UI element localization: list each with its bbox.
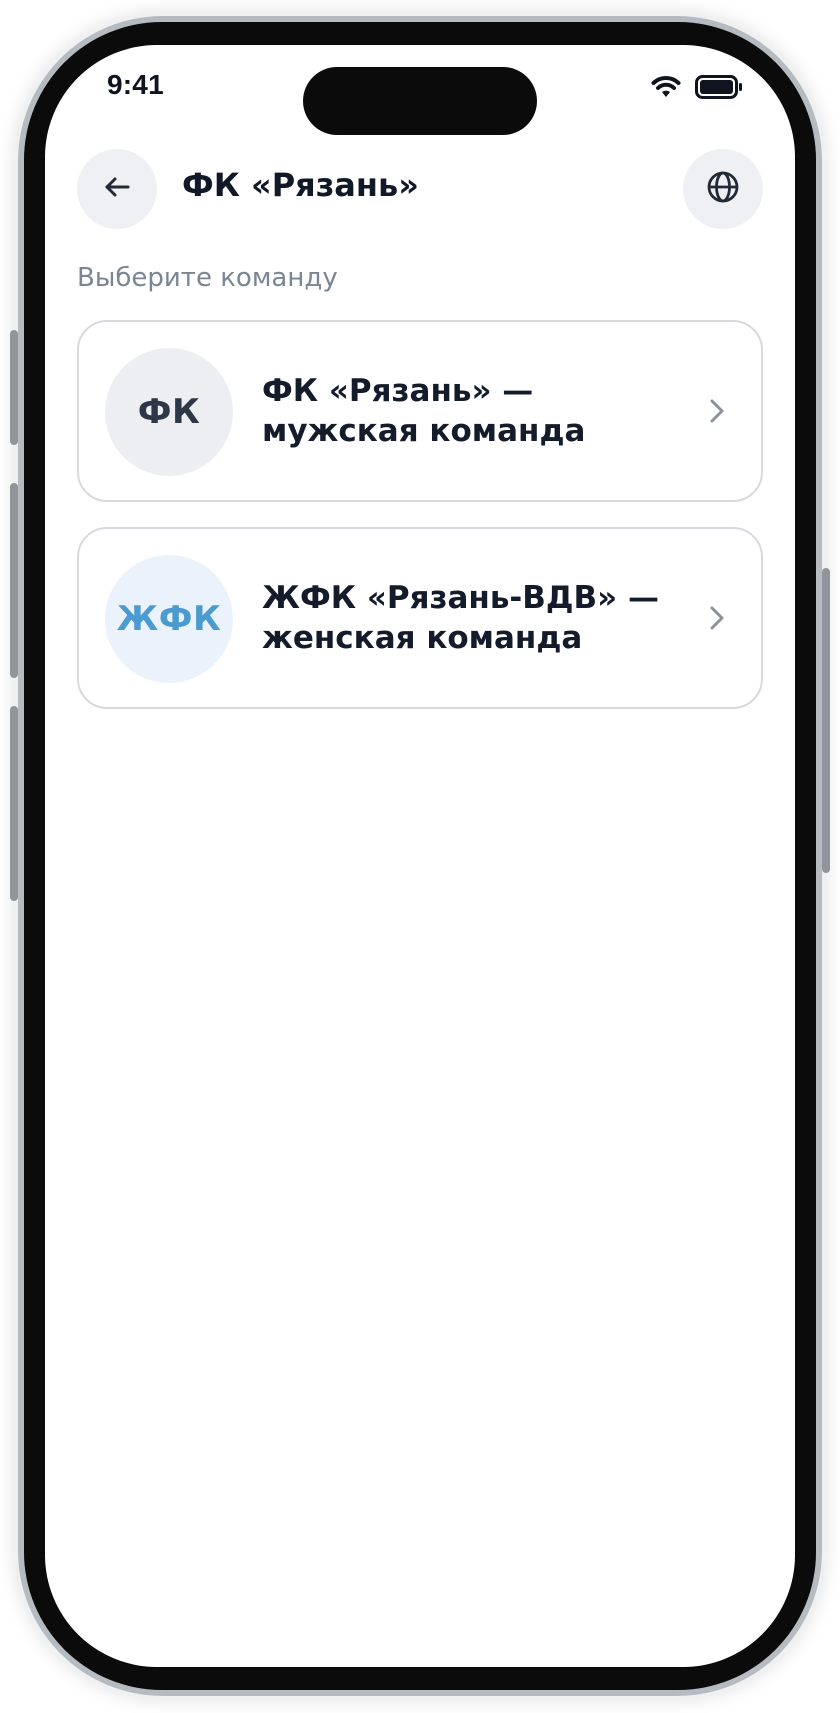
team-name-line-1: ЖФК «Рязань-ВДВ» —	[262, 580, 659, 616]
volume-down-button	[10, 706, 18, 901]
status-icons	[651, 75, 743, 103]
phone-mockup: 9:41 ФК «Рязань» Выберите команду ФК ФК …	[0, 0, 840, 1713]
power-button	[822, 568, 830, 873]
team-name-line-2: мужская команда	[262, 413, 586, 449]
team-card-men[interactable]: ФК ФК «Рязань» — мужская команда	[77, 320, 763, 502]
team-name: ФК «Рязань» — мужская команда	[262, 371, 682, 451]
section-label: Выберите команду	[77, 263, 338, 293]
battery-icon	[695, 75, 743, 103]
arrow-left-icon	[101, 171, 133, 207]
team-name-line-2: женская команда	[262, 620, 583, 656]
app-screen: 9:41 ФК «Рязань» Выберите команду ФК ФК …	[45, 45, 795, 1667]
back-button[interactable]	[77, 149, 157, 229]
team-name-line-1: ФК «Рязань» —	[262, 373, 534, 409]
chevron-right-icon	[703, 397, 731, 425]
top-app-bar: ФК «Рязань»	[77, 149, 763, 231]
team-name: ЖФК «Рязань-ВДВ» — женская команда	[262, 578, 682, 658]
team-list: ФК ФК «Рязань» — мужская команда ЖФК ЖФК…	[77, 320, 763, 734]
language-button[interactable]	[683, 149, 763, 229]
volume-up-button	[10, 483, 18, 678]
globe-icon	[705, 169, 741, 209]
chevron-right-icon	[703, 604, 731, 632]
status-time: 9:41	[107, 69, 164, 100]
action-button	[10, 330, 18, 445]
team-card-women[interactable]: ЖФК ЖФК «Рязань-ВДВ» — женская команда	[77, 527, 763, 709]
team-avatar: ЖФК	[105, 555, 233, 683]
team-avatar: ФК	[105, 348, 233, 476]
page-title: ФК «Рязань»	[182, 166, 419, 204]
dynamic-island	[303, 67, 537, 135]
wifi-icon	[651, 75, 681, 103]
